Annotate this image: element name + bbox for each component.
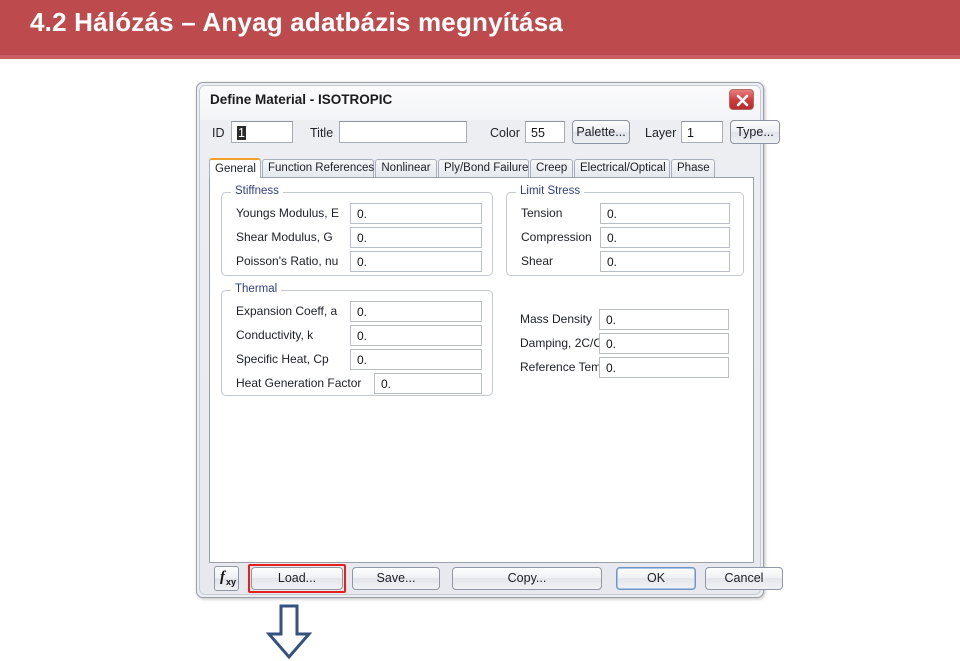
id-label: ID	[212, 126, 225, 140]
type-button[interactable]: Type...	[730, 120, 780, 144]
tab-electrical-optical[interactable]: Electrical/Optical	[574, 159, 670, 178]
mass-density-label: Mass Density	[520, 312, 593, 326]
id-input-value: 1	[237, 126, 246, 140]
tab-phase[interactable]: Phase	[671, 159, 715, 178]
ok-button[interactable]: OK	[616, 567, 696, 590]
define-material-dialog: Define Material - ISOTROPIC ID 1 Title C…	[196, 82, 783, 598]
title-input[interactable]	[339, 121, 467, 143]
shear-modulus-input[interactable]: 0.	[350, 227, 482, 248]
specific-heat-label: Specific Heat, Cp	[236, 352, 329, 366]
close-x-glyph	[736, 94, 749, 107]
thermal-group-title: Thermal	[231, 283, 282, 295]
title-label: Title	[310, 126, 334, 140]
slide-header-band: 4.2 Hálózás – Anyag adatbázis megnyítása	[0, 0, 960, 55]
color-input[interactable]: 55	[525, 121, 565, 143]
copy-button[interactable]: Copy...	[452, 567, 602, 590]
save-button[interactable]: Save...	[352, 567, 440, 590]
id-input[interactable]: 1	[231, 121, 293, 143]
dialog-title: Define Material - ISOTROPIC	[210, 92, 393, 107]
layer-input[interactable]: 1	[681, 121, 723, 143]
youngs-modulus-input[interactable]: 0.	[350, 203, 482, 224]
tab-function-references[interactable]: Function References	[262, 159, 374, 178]
load-button[interactable]: Load...	[251, 567, 343, 590]
poissons-ratio-input[interactable]: 0.	[350, 251, 482, 272]
tab-ply-bond-failure[interactable]: Ply/Bond Failure	[438, 159, 529, 178]
compression-label: Compression	[521, 230, 592, 244]
stiffness-group-title: Stiffness	[231, 185, 283, 197]
fxy-f-glyph: f	[220, 569, 225, 585]
dialog-inner-frame: Define Material - ISOTROPIC ID 1 Title C…	[199, 85, 783, 595]
close-icon[interactable]	[729, 89, 754, 110]
tension-label: Tension	[521, 206, 563, 220]
shear-modulus-label: Shear Modulus, G	[236, 230, 333, 244]
down-arrow-icon	[265, 604, 313, 660]
tension-input[interactable]: 0.	[600, 203, 730, 224]
damping-label: Damping, 2C/Co	[520, 336, 609, 350]
conductivity-input[interactable]: 0.	[350, 325, 482, 346]
dialog-button-bar: f xy Load... Save... Copy... OK Cancel	[202, 564, 783, 594]
general-tab-panel: Stiffness Youngs Modulus, E 0. Shear Mod…	[209, 177, 754, 563]
expansion-coeff-input[interactable]: 0.	[350, 301, 482, 322]
conductivity-label: Conductivity, k	[236, 328, 314, 342]
other-properties-group: Mass Density 0. Damping, 2C/Co 0. Refere…	[506, 308, 744, 388]
color-label: Color	[490, 126, 520, 140]
page-title: 4.2 Hálózás – Anyag adatbázis megnyítása	[30, 7, 564, 37]
poissons-ratio-label: Poisson's Ratio, nu	[236, 254, 339, 268]
shear-input[interactable]: 0.	[600, 251, 730, 272]
layer-label: Layer	[645, 126, 677, 140]
damping-input[interactable]: 0.	[599, 333, 729, 354]
header-underline	[0, 55, 960, 59]
heat-generation-factor-label: Heat Generation Factor	[236, 376, 362, 390]
heat-generation-factor-input[interactable]: 0.	[374, 373, 482, 394]
reference-temp-label: Reference Temp	[520, 360, 608, 374]
specific-heat-input[interactable]: 0.	[350, 349, 482, 370]
mass-density-input[interactable]: 0.	[599, 309, 729, 330]
tab-nonlinear[interactable]: Nonlinear	[375, 159, 437, 178]
stiffness-group: Stiffness Youngs Modulus, E 0. Shear Mod…	[221, 185, 493, 276]
dialog-titlebar: Define Material - ISOTROPIC	[200, 86, 760, 116]
fxy-xy-glyph: xy	[226, 577, 237, 587]
tab-general[interactable]: General	[209, 158, 261, 178]
youngs-modulus-label: Youngs Modulus, E	[236, 206, 339, 220]
reference-temp-input[interactable]: 0.	[599, 357, 729, 378]
expansion-coeff-label: Expansion Coeff, a	[236, 304, 338, 318]
shear-label: Shear	[521, 254, 554, 268]
limit-stress-group: Limit Stress Tension 0. Compression 0. S…	[506, 185, 744, 276]
tab-strip: General Function References Nonlinear Pl…	[209, 158, 757, 178]
identification-row: ID 1 Title Color 55 Palette... Layer 1 T…	[200, 119, 780, 149]
tab-creep[interactable]: Creep	[530, 159, 573, 178]
thermal-group: Thermal Expansion Coeff, a 0. Conductivi…	[221, 283, 493, 396]
function-xy-icon[interactable]: f xy	[214, 566, 239, 591]
compression-input[interactable]: 0.	[600, 227, 730, 248]
cancel-button[interactable]: Cancel	[705, 567, 783, 590]
palette-button[interactable]: Palette...	[572, 120, 630, 144]
limit-stress-group-title: Limit Stress	[516, 185, 585, 197]
